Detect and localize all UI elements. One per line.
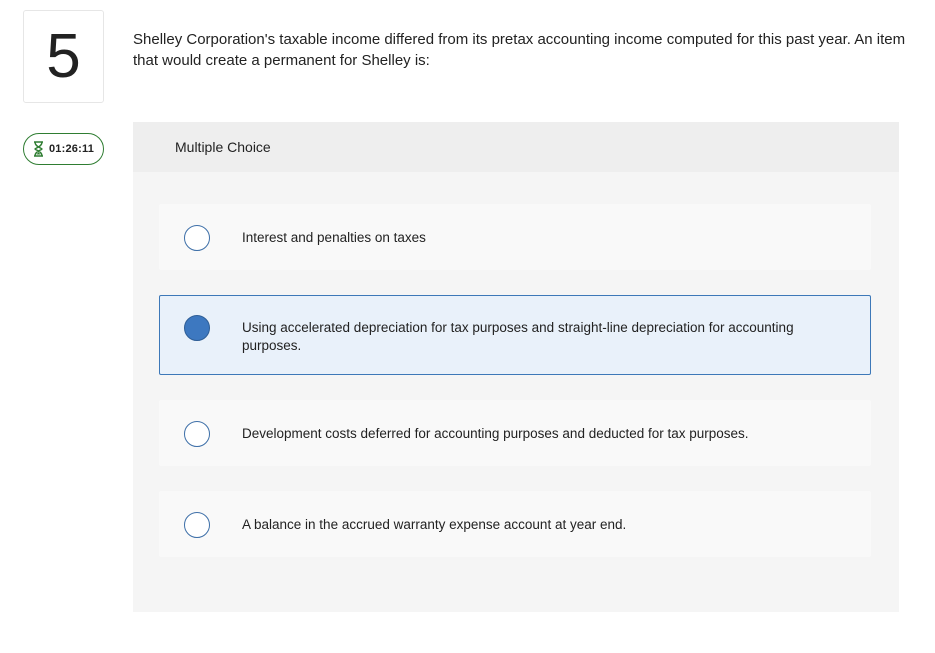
radio-button-empty-icon[interactable] bbox=[184, 512, 210, 538]
panel-header-label: Multiple Choice bbox=[175, 139, 271, 155]
timer-value: 01:26:11 bbox=[48, 143, 95, 155]
panel-header: Multiple Choice bbox=[133, 122, 899, 172]
answer-option-3[interactable]: Development costs deferred for accountin… bbox=[159, 400, 871, 466]
radio-button-selected-icon[interactable] bbox=[184, 315, 210, 341]
hourglass-icon bbox=[33, 141, 44, 157]
question-number: 5 bbox=[46, 21, 81, 91]
answer-option-1[interactable]: Interest and penalties on taxes bbox=[159, 204, 871, 270]
answer-option-label: Using accelerated depreciation for tax p… bbox=[242, 320, 794, 353]
radio-button-empty-icon[interactable] bbox=[184, 225, 210, 251]
question-prompt: Shelley Corporation's taxable income dif… bbox=[133, 31, 906, 69]
answer-option-label: Development costs deferred for accountin… bbox=[242, 426, 749, 441]
answer-option-label: Interest and penalties on taxes bbox=[242, 230, 426, 245]
radio-button-empty-icon[interactable] bbox=[184, 421, 210, 447]
answer-option-label: A balance in the accrued warranty expens… bbox=[242, 517, 627, 532]
answer-option-2-selected[interactable]: Using accelerated depreciation for tax p… bbox=[159, 295, 871, 375]
timer-badge[interactable]: 01:26:11 bbox=[23, 133, 104, 165]
question-number-box: 5 bbox=[23, 10, 104, 103]
answer-option-4[interactable]: A balance in the accrued warranty expens… bbox=[159, 491, 871, 557]
multiple-choice-panel: Multiple Choice Interest and penalties o… bbox=[133, 122, 899, 612]
